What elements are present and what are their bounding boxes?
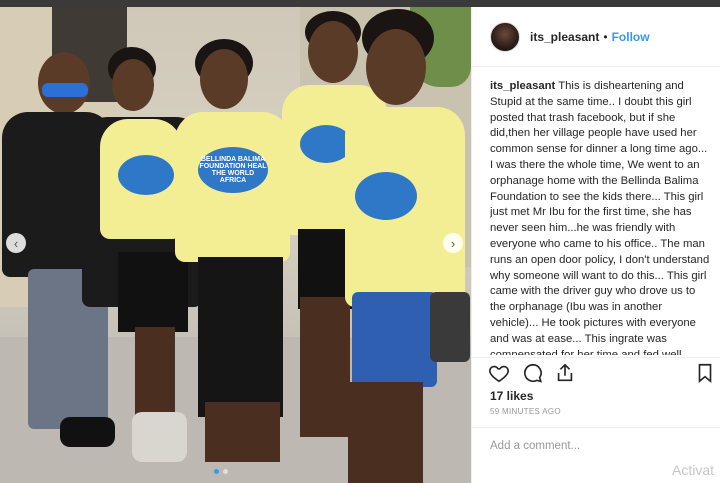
foundation-badge-2: BELLINDA BALIMA FOUNDATION HEAL THE WORL…: [198, 147, 268, 193]
divider: [472, 427, 720, 428]
post-caption: its_pleasant This is disheartening and S…: [490, 79, 712, 355]
activation-watermark: Activat: [672, 462, 715, 478]
post-photo[interactable]: BELLINDA BALIMA FOUNDATION HEAL THE WORL…: [0, 7, 471, 483]
like-count[interactable]: 17 likes: [490, 389, 533, 403]
foundation-badge-4: [355, 172, 417, 220]
top-bar: [0, 0, 720, 7]
foundation-badge-1: [118, 155, 174, 195]
comment-icon[interactable]: [522, 362, 544, 384]
carousel-dot-active: [214, 469, 219, 474]
chevron-right-icon[interactable]: ›: [443, 233, 463, 253]
avatar[interactable]: [490, 21, 520, 52]
bookmark-icon[interactable]: [694, 362, 716, 384]
header-username[interactable]: its_pleasant: [530, 30, 599, 44]
instagram-post-view: BELLINDA BALIMA FOUNDATION HEAL THE WORL…: [0, 0, 720, 483]
share-icon[interactable]: [554, 362, 576, 384]
comment-input[interactable]: Add a comment...: [490, 440, 580, 452]
badge-text: BELLINDA BALIMA FOUNDATION HEAL THE WORL…: [199, 156, 267, 184]
heart-icon[interactable]: [488, 362, 510, 384]
post-header: its_pleasant • Follow: [472, 7, 720, 67]
header-separator: •: [603, 29, 608, 44]
follow-button[interactable]: Follow: [612, 30, 650, 44]
timestamp[interactable]: 59 MINUTES AGO: [490, 407, 561, 416]
caption-text: This is disheartening and Stupid at the …: [490, 80, 710, 355]
carousel-indicator: [214, 469, 228, 474]
divider: [472, 357, 720, 358]
carousel-dot: [223, 469, 228, 474]
post-sidebar: its_pleasant • Follow its_pleasant This …: [471, 7, 720, 483]
caption-username[interactable]: its_pleasant: [490, 80, 555, 92]
post-actions: [488, 362, 716, 384]
chevron-left-icon[interactable]: ‹: [6, 233, 26, 253]
